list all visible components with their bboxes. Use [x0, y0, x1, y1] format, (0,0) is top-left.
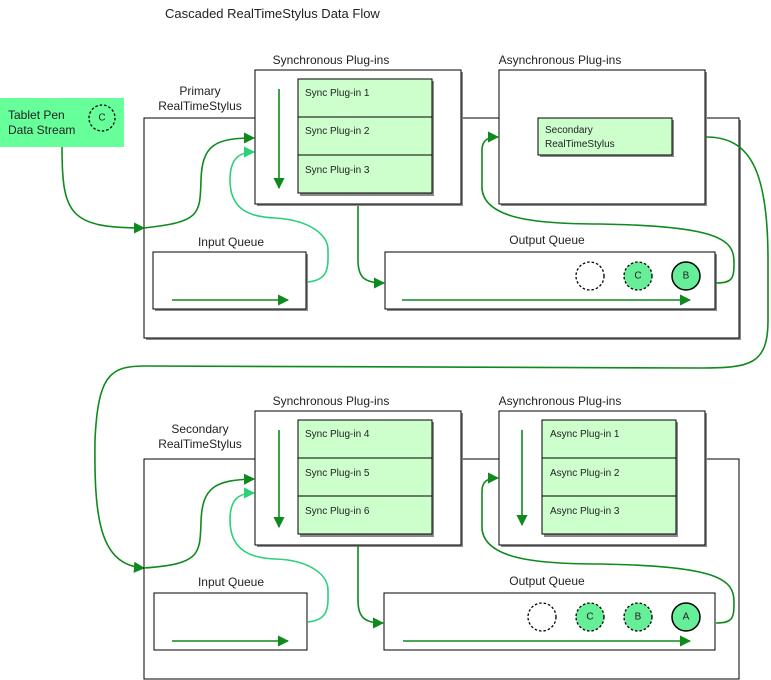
- svg-text:B: B: [683, 271, 690, 282]
- svg-text:Sync Plug-in 3: Sync Plug-in 3: [305, 165, 370, 176]
- secondary-sync-plugin[interactable]: Sync Plug-in 6: [297, 495, 433, 535]
- async-plugin[interactable]: Async Plug-in 3: [541, 495, 677, 535]
- svg-text:Secondary: Secondary: [545, 125, 593, 136]
- svg-text:Sync Plug-in 1: Sync Plug-in 1: [305, 88, 370, 99]
- tablet-pen-data-stream: Tablet Pen Data Stream C: [0, 98, 124, 147]
- svg-text:A: A: [683, 612, 690, 623]
- svg-text:Sync Plug-in 5: Sync Plug-in 5: [305, 468, 370, 479]
- primary-sync-plugin[interactable]: Sync Plug-in 1: [297, 78, 433, 118]
- secondary-name-line1: Secondary: [171, 422, 228, 436]
- svg-text:Sync Plug-in 4: Sync Plug-in 4: [305, 429, 370, 440]
- diagram-title: Cascaded RealTimeStylus Data Flow: [165, 6, 380, 21]
- svg-text:C: C: [634, 271, 641, 282]
- secondary-output-packet-empty: [527, 602, 557, 632]
- svg-text:Async Plug-in 2: Async Plug-in 2: [550, 468, 620, 479]
- svg-text:Sync Plug-in 6: Sync Plug-in 6: [305, 506, 370, 517]
- svg-text:C: C: [586, 612, 593, 623]
- secondary-input-queue-label: Input Queue: [198, 575, 264, 589]
- secondary-sync-header: Synchronous Plug-ins: [273, 394, 390, 408]
- primary-sync-plugin[interactable]: Sync Plug-in 2: [297, 116, 433, 156]
- secondary-realtimestylus-plugin[interactable]: Secondary RealTimeStylus: [537, 117, 673, 156]
- svg-text:RealTimeStylus: RealTimeStylus: [545, 139, 615, 150]
- svg-text:B: B: [635, 612, 642, 623]
- secondary-name-line2: RealTimeStylus: [158, 437, 242, 451]
- primary-name-line2: RealTimeStylus: [158, 99, 242, 113]
- primary-input-queue-label: Input Queue: [198, 235, 264, 249]
- svg-text:Async Plug-in 1: Async Plug-in 1: [550, 429, 620, 440]
- secondary-sync-plugin[interactable]: Sync Plug-in 4: [297, 419, 433, 459]
- svg-text:Sync Plug-in 2: Sync Plug-in 2: [305, 126, 370, 137]
- stream-label-line1: Tablet Pen: [8, 108, 65, 122]
- stream-to-primary-arrow: [61, 146, 146, 234]
- svg-text:Async Plug-in 3: Async Plug-in 3: [550, 506, 620, 517]
- async-plugin[interactable]: Async Plug-in 2: [541, 457, 677, 497]
- primary-sync-plugin[interactable]: Sync Plug-in 3: [297, 154, 433, 194]
- stream-label-line2: Data Stream: [8, 123, 75, 137]
- primary-name-line1: Primary: [179, 84, 220, 98]
- primary-output-queue-label: Output Queue: [509, 233, 585, 247]
- secondary-async-header: Asynchronous Plug-ins: [499, 394, 622, 408]
- secondary-sync-plugin[interactable]: Sync Plug-in 5: [297, 457, 433, 497]
- primary-sync-header: Synchronous Plug-ins: [273, 53, 390, 67]
- primary-async-header: Asynchronous Plug-ins: [499, 53, 622, 67]
- async-plugin[interactable]: Async Plug-in 1: [541, 419, 677, 459]
- primary-output-packet-empty: [575, 261, 605, 291]
- secondary-output-queue-label: Output Queue: [509, 574, 585, 588]
- stream-packet-label: C: [98, 113, 105, 124]
- diagram-canvas: Cascaded RealTimeStylus Data Flow Tablet…: [0, 6, 769, 680]
